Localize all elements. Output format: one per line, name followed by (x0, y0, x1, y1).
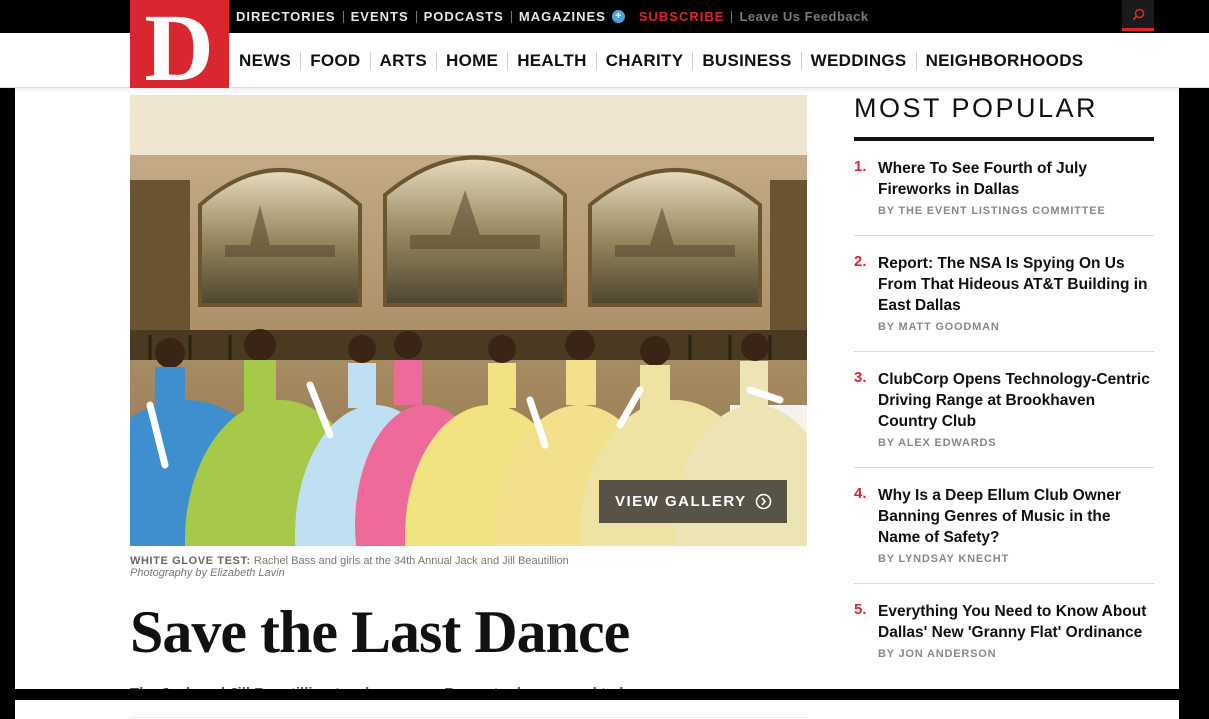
view-gallery-label: VIEW GALLERY (615, 493, 747, 510)
nav-directories[interactable]: DIRECTORIES (236, 10, 336, 23)
story-link[interactable]: Why Is a Deep Ellum Club Owner Banning G… (878, 485, 1154, 548)
divider (300, 51, 302, 70)
svg-text:D: D (144, 0, 213, 88)
overlay-fade (0, 700, 1209, 719)
item-number: 2. (854, 253, 867, 270)
caption-title: WHITE GLOVE TEST: (130, 555, 251, 567)
feedback-link[interactable]: Leave Us Feedback (739, 10, 868, 23)
divider (369, 51, 371, 70)
d-magazine-logo[interactable]: D (130, 0, 229, 88)
plus-icon[interactable]: + (611, 10, 625, 23)
nav-health[interactable]: HEALTH (517, 51, 586, 71)
list-item: 3. ClubCorp Opens Technology-Centric Dri… (854, 352, 1154, 468)
nav-charity[interactable]: CHARITY (606, 51, 684, 71)
story-link[interactable]: Report: The NSA Is Spying On Us From Tha… (878, 253, 1154, 316)
nav-arts[interactable]: ARTS (380, 51, 427, 71)
overlay-frame-bottom (15, 689, 1192, 700)
article-hero-photo[interactable]: VIEW GALLERY (130, 95, 807, 546)
overlay-frame-right (1179, 88, 1209, 719)
nav-home[interactable]: HOME (446, 51, 498, 71)
story-link[interactable]: ClubCorp Opens Technology-Centric Drivin… (878, 369, 1154, 432)
divider (915, 51, 917, 70)
nav-podcasts[interactable]: PODCASTS (424, 10, 504, 23)
story-link[interactable]: Where To See Fourth of July Fireworks in… (878, 158, 1154, 200)
divider (510, 10, 512, 23)
nav-food[interactable]: FOOD (310, 51, 360, 71)
utility-nav: DIRECTORIES EVENTS PODCASTS MAGAZINES + … (236, 0, 869, 33)
divider (415, 10, 417, 23)
nav-weddings[interactable]: WEDDINGS (811, 51, 907, 71)
search-button[interactable] (1122, 0, 1154, 31)
byline: BY LYNDSAY KNECHT (878, 553, 1009, 565)
photo-credit: Photography by Elizabeth Lavin (130, 567, 285, 579)
main-nav: NEWS FOOD ARTS HOME HEALTH CHARITY BUSIN… (239, 33, 1083, 88)
byline: BY THE EVENT LISTINGS COMMITTEE (878, 205, 1106, 217)
list-item: 4. Why Is a Deep Ellum Club Owner Bannin… (854, 468, 1154, 584)
list-item: 2. Report: The NSA Is Spying On Us From … (854, 236, 1154, 352)
divider (800, 51, 802, 70)
byline: BY JON ANDERSON (878, 648, 997, 660)
logo-mark: D (144, 0, 213, 88)
nav-business[interactable]: BUSINESS (702, 51, 791, 71)
byline: BY ALEX EDWARDS (878, 437, 997, 449)
item-number: 1. (854, 158, 867, 175)
item-number: 5. (854, 601, 867, 618)
article-headline: Save the Last Dance (130, 599, 630, 665)
divider (731, 10, 733, 23)
nav-neighborhoods[interactable]: NEIGHBORHOODS (926, 51, 1084, 71)
nav-news[interactable]: NEWS (239, 51, 291, 71)
byline: BY MATT GOODMAN (878, 321, 1000, 333)
search-icon (1132, 8, 1144, 20)
divider (692, 51, 694, 70)
overlay-frame-left (0, 88, 15, 719)
photo-caption: WHITE GLOVE TEST: Rachel Bass and girls … (130, 555, 807, 579)
caption-text: Rachel Bass and girls at the 34th Annual… (253, 555, 569, 567)
nav-magazines[interactable]: MAGAZINES (519, 10, 606, 23)
most-popular-heading: MOST POPULAR (854, 93, 1099, 123)
list-item: 5. Everything You Need to Know About Dal… (854, 584, 1154, 678)
divider (507, 51, 509, 70)
chevron-right-circle-icon (755, 493, 771, 510)
subscribe-link[interactable]: SUBSCRIBE (639, 10, 725, 23)
divider (436, 51, 437, 70)
view-gallery-button[interactable]: VIEW GALLERY (599, 480, 787, 523)
photo-illustration (130, 95, 807, 546)
most-popular-list: 1. Where To See Fourth of July Fireworks… (854, 141, 1154, 678)
list-item: 1. Where To See Fourth of July Fireworks… (854, 141, 1154, 236)
divider (342, 10, 344, 23)
item-number: 4. (854, 485, 867, 502)
item-number: 3. (854, 369, 867, 386)
story-link[interactable]: Everything You Need to Know About Dallas… (878, 601, 1154, 643)
nav-events[interactable]: EVENTS (351, 10, 409, 23)
divider (595, 51, 597, 70)
